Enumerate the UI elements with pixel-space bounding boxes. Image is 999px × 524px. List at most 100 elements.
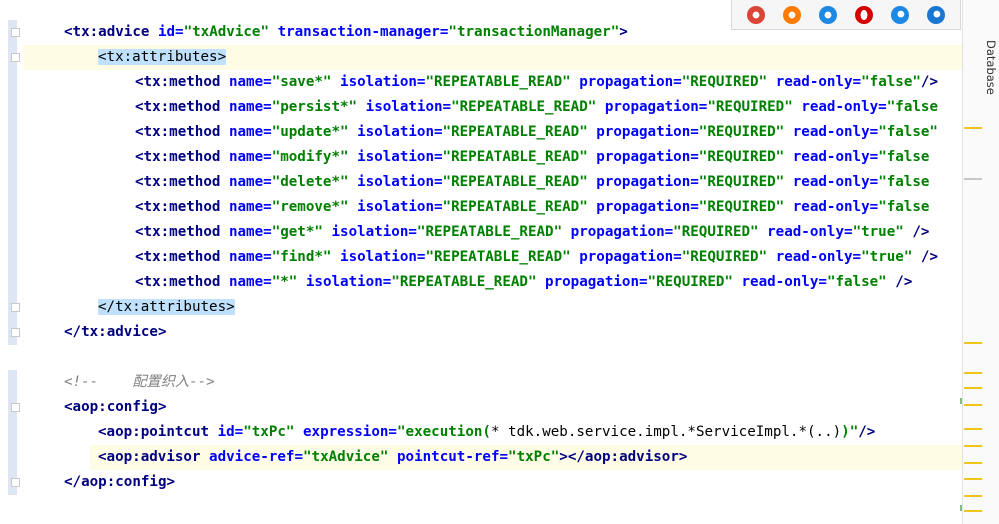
code-token-tag: /> <box>920 249 938 265</box>
code-token-punct <box>588 174 597 190</box>
code-token-val: "REQUIRED" <box>698 124 785 140</box>
code-token-punct <box>349 124 358 140</box>
code-token-cmt: <!-- 配置织入--> <box>64 374 215 390</box>
code-token-attr: read-only= <box>792 124 879 140</box>
code-token-attr: name= <box>228 174 272 190</box>
stripe-marker[interactable] <box>964 387 982 389</box>
code-token-punct <box>784 199 793 215</box>
stripe-marker[interactable] <box>964 404 982 406</box>
code-token-punct <box>331 74 340 90</box>
code-token-val: "update*" <box>271 124 349 140</box>
code-line[interactable]: </tx:attributes> <box>98 295 235 320</box>
stripe-marker[interactable] <box>964 428 982 430</box>
code-token-tag: <aop:advisor <box>98 449 210 465</box>
code-line[interactable]: <tx:method name="*" isolation="REPEATABL… <box>135 270 912 295</box>
stripe-marker[interactable] <box>964 462 982 464</box>
code-token-attr: propagation= <box>545 274 648 290</box>
code-token-val: "execution( <box>396 424 491 440</box>
code-line[interactable]: <tx:advice id="txAdvice" transaction-man… <box>64 20 628 45</box>
fold-toggle-tx-advice[interactable] <box>11 28 20 37</box>
code-token-val: "REPEATABLE_READ" <box>442 149 588 165</box>
stripe-marker[interactable] <box>964 342 982 344</box>
code-token-tag: <tx:method <box>135 224 229 240</box>
fold-region-aop-config <box>8 370 17 495</box>
code-editor[interactable]: <tx:advice id="txAdvice" transaction-man… <box>24 0 962 524</box>
code-token-val: "*" <box>271 274 298 290</box>
code-token-attr: expression= <box>303 424 397 440</box>
stripe-marker-green <box>960 505 962 511</box>
code-token-attr: read-only= <box>792 174 879 190</box>
stripe-marker[interactable] <box>964 445 982 447</box>
safari-icon[interactable] <box>819 5 837 24</box>
code-line[interactable]: <tx:method name="get*" isolation="REPEAT… <box>135 220 929 245</box>
code-token-val: "false <box>886 99 938 115</box>
code-token-val: "REQUIRED" <box>647 274 733 290</box>
fold-toggle-tx-attributes-end[interactable] <box>11 303 20 312</box>
code-line[interactable]: </aop:config> <box>64 470 175 495</box>
code-line[interactable]: <tx:method name="delete*" isolation="REP… <box>135 170 929 195</box>
code-token-attr: read-only= <box>775 249 862 265</box>
code-line[interactable]: <aop:advisor advice-ref="txAdvice" point… <box>98 445 687 470</box>
code-token-attr: propagation= <box>570 224 674 240</box>
code-line[interactable]: <aop:config> <box>64 395 167 420</box>
opera-icon[interactable] <box>855 5 873 24</box>
code-token-punct <box>388 449 397 465</box>
code-line[interactable]: <tx:method name="persist*" isolation="RE… <box>135 95 938 120</box>
browser-preview-bar <box>731 0 961 30</box>
stripe-marker[interactable] <box>964 178 982 180</box>
code-token-punct <box>349 199 358 215</box>
stripe-marker[interactable] <box>964 478 982 480</box>
code-token-tag: > <box>619 24 628 40</box>
code-token-tag: <aop:pointcut <box>98 424 218 440</box>
chrome-icon[interactable] <box>747 5 765 24</box>
code-line[interactable]: <tx:method name="modify*" isolation="REP… <box>135 145 929 170</box>
code-token-tag: </tx:advice> <box>64 324 167 340</box>
code-token-attr: isolation= <box>357 149 443 165</box>
code-token-tag: <tx:method <box>135 274 229 290</box>
code-line[interactable]: <tx:method name="update*" isolation="REP… <box>135 120 938 145</box>
code-token-val: "txPc" <box>508 449 560 465</box>
code-token-val: "REQUIRED" <box>707 99 793 115</box>
code-token-val: "REQUIRED" <box>698 174 785 190</box>
stripe-marker[interactable] <box>964 127 982 129</box>
code-token-valgray: * tdk.web.service.impl.*ServiceImpl.*(..… <box>490 424 842 440</box>
code-token-punct <box>784 149 793 165</box>
code-token-tag: <tx:advice <box>64 24 158 40</box>
firefox-icon[interactable] <box>783 5 801 24</box>
code-line[interactable]: <tx:method name="save*" isolation="REPEA… <box>135 70 938 95</box>
code-line[interactable]: <aop:pointcut id="txPc" expression="exec… <box>98 420 875 445</box>
code-line[interactable]: <!-- 配置织入--> <box>64 370 215 395</box>
fold-toggle-tx-advice-end[interactable] <box>11 328 20 337</box>
code-token-punct <box>733 274 742 290</box>
code-line[interactable]: <tx:method name="find*" isolation="REPEA… <box>135 245 938 270</box>
code-token-val: "REPEATABLE_READ" <box>451 99 597 115</box>
code-token-attr: isolation= <box>357 124 443 140</box>
code-token-punct <box>784 124 793 140</box>
code-token-attr: name= <box>228 274 272 290</box>
code-token-punct <box>571 249 580 265</box>
code-line[interactable]: </tx:advice> <box>64 320 167 345</box>
fold-toggle-aop-config-end[interactable] <box>11 478 20 487</box>
code-token-attr: pointcut-ref= <box>396 449 509 465</box>
code-token-punct <box>294 424 303 440</box>
code-token-attr: transaction-manager= <box>277 24 449 40</box>
code-token-tagbox: <tx:attributes> <box>98 49 227 65</box>
code-token-attr: name= <box>228 74 272 90</box>
fold-toggle-tx-attributes[interactable] <box>11 53 20 62</box>
code-token-attr: propagation= <box>579 249 682 265</box>
code-line[interactable]: <tx:attributes> <box>98 45 227 70</box>
code-token-val: "true" <box>861 249 913 265</box>
stripe-marker[interactable] <box>964 495 982 497</box>
code-token-tag: <tx:method <box>135 199 229 215</box>
code-line[interactable]: <tx:method name="remove*" isolation="REP… <box>135 195 929 220</box>
fold-region-tx-advice <box>8 20 17 345</box>
edge-icon[interactable] <box>927 5 945 24</box>
stripe-marker[interactable] <box>964 372 982 374</box>
code-token-val: "persist*" <box>271 99 358 115</box>
fold-toggle-aop-config[interactable] <box>11 403 20 412</box>
code-token-val: "remove*" <box>271 199 349 215</box>
database-tool-tab[interactable]: Database <box>982 40 999 110</box>
ie-icon[interactable] <box>891 5 909 24</box>
stripe-marker[interactable] <box>964 510 982 512</box>
code-token-punct <box>588 149 597 165</box>
